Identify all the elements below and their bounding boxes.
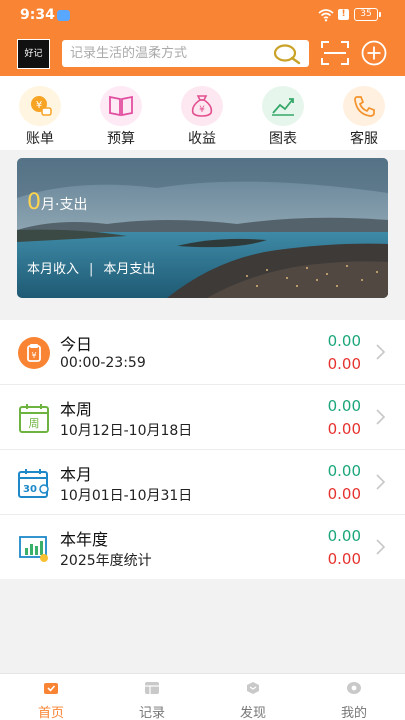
tab-label: 首页 — [37, 706, 64, 720]
chevron-right-icon — [376, 409, 385, 425]
nav-label-earnings: 收益 — [188, 131, 216, 147]
month-income-link[interactable]: 本月收入 — [27, 258, 79, 277]
search-bar[interactable] — [62, 40, 309, 67]
chevron-right-icon — [376, 539, 385, 555]
lake-landscape-image — [17, 158, 388, 298]
tab-discover[interactable]: 发现 — [228, 680, 278, 720]
tab-home[interactable]: 首页 — [26, 680, 76, 720]
trend-chart-icon — [262, 86, 304, 126]
period-row-week[interactable]: 周 本周 10月12日-10月18日 0.00 0.00 — [0, 385, 405, 450]
period-expense: 0.00 — [327, 550, 361, 568]
chat-notification-icon — [57, 10, 70, 21]
month-number: 0 — [27, 190, 41, 215]
app-header: 9:34 ! 35 好记 — [0, 0, 405, 76]
nav-item-chart[interactable]: 图表 — [253, 86, 313, 148]
tab-label: 记录 — [138, 706, 165, 720]
nav-label-bill: 账单 — [26, 131, 54, 147]
wifi-icon — [318, 9, 334, 22]
period-range: 10月01日-10月31日 — [60, 488, 193, 504]
period-range: 2025年度统计 — [60, 553, 152, 569]
battery-icon: 35 — [354, 8, 381, 21]
svg-text:¥: ¥ — [31, 351, 36, 360]
quick-nav: ¥ 账单 预算 ¥ 收益 图表 客服 — [0, 76, 405, 150]
period-title: 本年度 — [60, 530, 109, 549]
svg-text:30: 30 — [23, 484, 37, 495]
search-icon[interactable] — [272, 43, 302, 65]
discover-icon — [247, 682, 259, 694]
link-separator: | — [89, 262, 94, 277]
period-income: 0.00 — [327, 462, 361, 480]
scan-icon[interactable] — [320, 40, 350, 66]
week-calendar-icon: 周 — [19, 404, 49, 433]
period-row-month[interactable]: 30 本月 10月01日-10月31日 0.00 0.00 — [0, 450, 405, 515]
period-summary-list: ¥ 今日 00:00-23:59 0.00 0.00 周 本周 10月12日-1… — [0, 320, 405, 579]
svg-text:周: 周 — [29, 417, 40, 430]
svg-text:¥: ¥ — [199, 105, 205, 115]
month-banner[interactable]: 0月·支出 本月收入 | 本月支出 — [17, 158, 388, 298]
search-input[interactable] — [70, 44, 270, 63]
period-range: 00:00-23:59 — [60, 355, 146, 371]
money-bag-icon: ¥ — [181, 86, 223, 126]
period-expense: 0.00 — [327, 355, 361, 373]
nav-label-chart: 图表 — [269, 131, 297, 147]
record-icon — [145, 682, 159, 694]
period-income: 0.00 — [327, 397, 361, 415]
app-logo: 好记 — [17, 39, 50, 69]
period-income: 0.00 — [327, 527, 361, 545]
phone-icon — [343, 86, 385, 126]
period-expense: 0.00 — [327, 485, 361, 503]
tab-record[interactable]: 记录 — [127, 680, 177, 720]
month-expense-link[interactable]: 本月支出 — [103, 258, 155, 277]
nav-item-budget[interactable]: 预算 — [91, 86, 151, 148]
banner-month-expense: 0月·支出 — [27, 190, 87, 215]
home-icon — [44, 683, 58, 694]
svg-text:¥: ¥ — [36, 100, 42, 111]
budget-book-icon — [100, 86, 142, 126]
chevron-right-icon — [376, 344, 385, 360]
banner-links: 本月收入 | 本月支出 — [27, 258, 155, 277]
nav-label-service: 客服 — [350, 131, 378, 147]
period-row-year[interactable]: 本年度 2025年度统计 0.00 0.00 — [0, 515, 405, 579]
nav-item-bill[interactable]: ¥ 账单 — [10, 86, 70, 148]
nav-item-earnings[interactable]: ¥ 收益 — [172, 86, 232, 148]
period-title: 本月 — [60, 465, 93, 484]
month-calendar-icon: 30 — [18, 469, 49, 498]
tab-label: 发现 — [239, 706, 266, 720]
year-chart-icon — [19, 536, 48, 562]
status-time: 9:34 — [20, 7, 55, 23]
period-title: 今日 — [60, 335, 93, 354]
nav-label-budget: 预算 — [107, 131, 135, 147]
period-title: 本周 — [60, 400, 93, 419]
period-income: 0.00 — [327, 332, 361, 350]
nav-item-service[interactable]: 客服 — [334, 86, 394, 148]
add-icon[interactable] — [361, 40, 387, 66]
period-expense: 0.00 — [327, 420, 361, 438]
profile-icon — [347, 682, 361, 694]
month-label: 月·支出 — [41, 197, 88, 213]
bottom-tab-bar: 首页 记录 发现 我的 — [0, 673, 405, 720]
chevron-right-icon — [376, 474, 385, 490]
alert-icon: ! — [338, 9, 349, 20]
period-row-today[interactable]: ¥ 今日 00:00-23:59 0.00 0.00 — [0, 320, 405, 385]
tab-label: 我的 — [340, 706, 367, 720]
today-calendar-icon: ¥ — [18, 337, 50, 369]
period-range: 10月12日-10月18日 — [60, 423, 193, 439]
tab-profile[interactable]: 我的 — [329, 680, 379, 720]
bill-coin-icon: ¥ — [19, 86, 61, 126]
status-bar: 9:34 ! 35 — [0, 0, 405, 32]
